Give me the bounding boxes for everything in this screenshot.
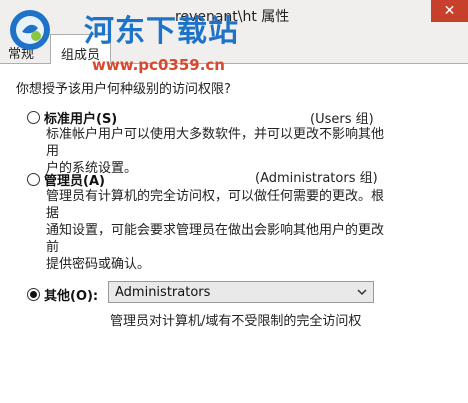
other-group-description: 管理员对计算机/域有不受限制的完全访问权 xyxy=(110,314,362,329)
radio-administrator[interactable]: 管理员(A) xyxy=(27,170,105,189)
watermark-url: www.pc0359.cn xyxy=(92,56,225,74)
users-group-label: (Users 组) xyxy=(310,112,374,127)
access-level-question: 你想授予该用户何种级别的访问权限? xyxy=(16,82,231,97)
radio-other[interactable]: 其他(O): xyxy=(27,285,98,304)
administrator-description: 管理员有计算机的完全访问权，可以做任何需要的更改。根据 通知设置，可能会要求管理… xyxy=(46,188,386,273)
radio-standard-user-circle[interactable] xyxy=(27,111,40,124)
properties-window: revenant\ht 属性 ✕ 常规 组成员 河东下载站 www.pc0359… xyxy=(0,0,468,403)
close-button[interactable]: ✕ xyxy=(431,0,468,22)
standard-user-description-line: 标准帐户用户可以使用大多数软件，并可以更改不影响其他用 xyxy=(46,127,385,159)
administrator-description-line: 通知设置，可能会要求管理员在做出会影响其他用户的更改前 xyxy=(46,223,385,255)
administrator-description-line: 提供密码或确认。 xyxy=(46,257,151,272)
radio-other-circle[interactable] xyxy=(27,288,40,301)
chevron-down-icon[interactable] xyxy=(356,286,368,298)
tab-panel: 你想授予该用户何种级别的访问权限? 标准用户(S) (Users 组) 标准帐户… xyxy=(0,64,468,403)
radio-standard-user[interactable]: 标准用户(S) xyxy=(27,108,117,127)
close-icon: ✕ xyxy=(443,3,456,19)
watermark-logo-icon xyxy=(10,10,50,50)
administrator-description-line: 管理员有计算机的完全访问权，可以做任何需要的更改。根据 xyxy=(46,189,385,221)
other-group-select[interactable]: Administrators xyxy=(108,281,374,303)
radio-administrator-label[interactable]: 管理员(A) xyxy=(44,170,105,189)
administrators-group-label: (Administrators 组) xyxy=(255,171,378,186)
radio-other-label[interactable]: 其他(O): xyxy=(44,285,98,304)
watermark-text: 河东下载站 xyxy=(84,14,239,49)
other-group-select-value: Administrators xyxy=(115,285,211,300)
radio-administrator-circle[interactable] xyxy=(27,173,40,186)
radio-standard-user-label[interactable]: 标准用户(S) xyxy=(44,108,117,127)
